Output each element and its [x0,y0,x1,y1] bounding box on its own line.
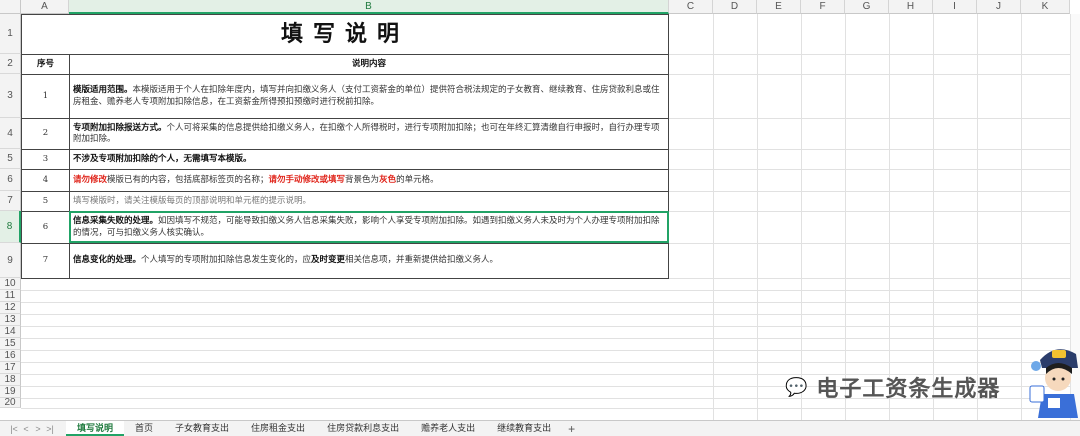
table-row: 1 模版适用范围。本模版适用于个人在扣除年度内，填写并向扣缴义务人（支付工资薪金… [21,74,670,119]
instruction-cell[interactable]: 信息采集失败的处理。如因填写不规范，可能导致扣缴义务人信息采集失败，影响个人享受… [68,211,670,244]
instruction-text: 如因填写不规范，可能导致扣缴义务人信息采集失败，影响个人享受专项附加扣除。如遇到… [73,216,660,238]
watermark-text: 电子工资条生成器 [816,377,1001,402]
warning-text: 灰色 [379,174,397,185]
instruction-cell[interactable]: 专项附加扣除报送方式。个人可将采集的信息提供给扣缴义务人，在扣缴个人所得税时，进… [68,118,670,150]
grid-line [21,314,1080,315]
add-sheet-button[interactable]: + [562,422,581,436]
column-header-i[interactable]: I [933,0,977,14]
instruction-cell[interactable]: 请勿修改模版已有的内容，包括底部标签页的名称；请勿手动修改或填写背景色为灰色的单… [68,169,670,192]
watermark: 💬 电子工资条生成器 [785,371,1000,403]
column-header-e[interactable]: E [757,0,801,14]
instruction-text: 个人填写的专项附加扣除信息发生变化的，应 [141,255,312,266]
row-header-6[interactable]: 6 [0,169,21,191]
row-header-4[interactable]: 4 [0,118,21,149]
instruction-cell[interactable]: 填写模版时，请关注模版每页的顶部说明和单元框的提示说明。 [68,191,670,212]
sheet-tab-child-education[interactable]: 子女教育支出 [164,421,240,436]
grid-line [21,350,1080,351]
row-header-8[interactable]: 8 [0,211,21,243]
sheet-tab-bar: |< < > >| 填写说明 首页 子女教育支出 住房租金支出 住房贷款利息支出… [0,420,1080,436]
row-header-11[interactable]: 11 [0,290,21,302]
row-number[interactable]: 2 [21,118,70,150]
column-header-g[interactable]: G [845,0,889,14]
row-number[interactable]: 7 [21,243,70,279]
column-header-a[interactable]: A [21,0,69,14]
instruction-cell[interactable]: 信息变化的处理。个人填写的专项附加扣除信息发生变化的，应及时变更相关信息项，并重… [68,243,670,279]
row-header-14[interactable]: 14 [0,326,21,338]
sheet-tab-instructions[interactable]: 填写说明 [66,421,125,436]
row-header-20[interactable]: 20 [0,397,21,408]
warning-text: 请勿手动修改或填写 [268,174,346,185]
row-header-18[interactable]: 18 [0,374,21,386]
row-header-17[interactable]: 17 [0,362,21,374]
instruction-text: 背景色为 [345,174,380,185]
row-header-2[interactable]: 2 [0,54,21,74]
row-number[interactable]: 6 [21,211,70,244]
table-row: 4 请勿修改模版已有的内容，包括底部标签页的名称；请勿手动修改或填写背景色为灰色… [21,169,670,192]
instruction-heading: 信息采集失败的处理。 [73,216,159,226]
row-header-9[interactable]: 9 [0,243,21,278]
row-header-3[interactable]: 3 [0,74,21,118]
grid-line [21,338,1080,339]
table-row: 6 信息采集失败的处理。如因填写不规范，可能导致扣缴义务人信息采集失败，影响个人… [21,211,670,244]
select-all-corner[interactable] [0,0,21,14]
row-number[interactable]: 5 [21,191,70,212]
header-seq[interactable]: 序号 [21,54,70,75]
row-number[interactable]: 1 [21,74,70,119]
table-row: 7 信息变化的处理。个人填写的专项附加扣除信息发生变化的，应及时变更相关信息项，… [21,243,670,279]
instruction-text: 填写模版时，请关注模版每页的顶部说明和单元框的提示说明。 [73,195,312,206]
row-header-10[interactable]: 10 [0,278,21,290]
last-sheet-button[interactable]: >| [44,424,56,434]
column-header-d[interactable]: D [713,0,757,14]
row-header-13[interactable]: 13 [0,314,21,326]
prev-sheet-button[interactable]: < [20,424,32,434]
instruction-heading: 专项附加扣除报送方式。 [73,122,167,133]
column-header-b[interactable]: B [69,0,669,14]
instruction-cell[interactable]: 不涉及专项附加扣除的个人，无需填写本模版。 [68,149,670,170]
next-sheet-button[interactable]: > [32,424,44,434]
instruction-text: 的单元格。 [396,174,439,185]
table-row: 3 不涉及专项附加扣除的个人，无需填写本模版。 [21,149,670,170]
row-header-5[interactable]: 5 [0,149,21,169]
instructions-table: 填写说明 序号 说明内容 1 模版适用范围。本模版适用于个人在扣除年度内，填写并… [20,14,670,279]
grid-line [21,302,1080,303]
sheet-tab-elderly-support[interactable]: 赡养老人支出 [410,421,486,436]
sheet-tab-housing-rent[interactable]: 住房租金支出 [240,421,316,436]
grid-line [21,326,1080,327]
instruction-cell[interactable]: 模版适用范围。本模版适用于个人在扣除年度内，填写并向扣缴义务人（支付工资薪金的单… [68,74,670,119]
grid-line [21,290,1080,291]
grid-line [21,362,1080,363]
sheet-tab-continuing-education[interactable]: 继续教育支出 [486,421,562,436]
row-header-16[interactable]: 16 [0,350,21,362]
table-row: 2 专项附加扣除报送方式。个人可将采集的信息提供给扣缴义务人，在扣缴个人所得税时… [21,118,670,150]
first-sheet-button[interactable]: |< [8,424,20,434]
instruction-heading: 模版适用范围。 [73,85,133,95]
row-header-1[interactable]: 1 [0,14,21,54]
column-header-j[interactable]: J [977,0,1021,14]
instruction-text: 相关信息项，并重新提供给扣缴义务人。 [345,255,499,266]
row-header-12[interactable]: 12 [0,302,21,314]
column-header-c[interactable]: C [669,0,713,14]
row-header-15[interactable]: 15 [0,338,21,350]
table-row: 5 填写模版时，请关注模版每页的顶部说明和单元框的提示说明。 [21,191,670,212]
header-content[interactable]: 说明内容 [68,54,670,75]
instruction-text: 模版已有的内容，包括底部标签页的名称； [107,174,269,185]
column-header-k[interactable]: K [1021,0,1070,14]
column-header-h[interactable]: H [889,0,933,14]
mascot-avatar-icon [1029,349,1078,418]
instruction-heading: 不涉及专项附加扣除的个人，无需填写本模版。 [73,153,252,164]
instruction-emphasis: 及时变更 [311,255,346,266]
wechat-icon: 💬 [785,376,809,398]
column-header-f[interactable]: F [801,0,845,14]
warning-text: 请勿修改 [73,174,108,185]
row-number[interactable]: 3 [21,149,70,170]
grid-line [21,408,1080,409]
sheet-tab-home[interactable]: 首页 [124,421,164,436]
sheet-title[interactable]: 填写说明 [20,14,670,55]
row-number[interactable]: 4 [21,169,70,192]
row-header-7[interactable]: 7 [0,191,21,211]
sheet-tab-mortgage-interest[interactable]: 住房贷款利息支出 [316,421,410,436]
instruction-text: 本模版适用于个人在扣除年度内，填写并向扣缴义务人（支付工资薪金的单位）提供符合税… [73,85,660,107]
instruction-heading: 信息变化的处理。 [73,255,142,266]
